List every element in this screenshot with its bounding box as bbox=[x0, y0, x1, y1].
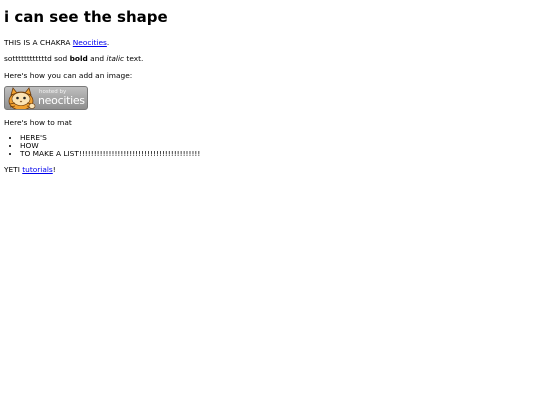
yeti-suffix: ! bbox=[52, 165, 56, 174]
yeti-prefix: YETI bbox=[4, 165, 23, 174]
list-item: TO MAKE A LIST!!!!!!!!!!!!!!!!!!!!!!!!!!… bbox=[20, 150, 536, 158]
mat-paragraph: Here's how to mat bbox=[4, 117, 72, 127]
yeti-paragraph: YETI tutorials! bbox=[4, 165, 536, 174]
page-title: i can see the shape bbox=[4, 8, 168, 26]
bold-text: bold bbox=[69, 54, 88, 64]
image-intro-paragraph: Here's how you can add an image: bbox=[4, 70, 133, 80]
neocities-cat-icon bbox=[8, 86, 36, 109]
list: HERE'S HOW TO MAKE A LIST!!!!!!!!!!!!!!!… bbox=[4, 134, 536, 158]
page: i can see the shape THIS IS A CHAKRA Neo… bbox=[0, 0, 540, 405]
italic-text: italic bbox=[106, 54, 125, 64]
intro-paragraph: THIS IS A CHAKRA Neocities. bbox=[4, 38, 536, 47]
intro-prefix: THIS IS A CHAKRA bbox=[4, 38, 73, 47]
neocities-link[interactable]: Neocities bbox=[73, 38, 107, 47]
hosted-by-neocities-badge[interactable]: hosted by neocities bbox=[4, 85, 88, 110]
styled-prefix: sottttttttttttd sod bbox=[4, 54, 70, 64]
badge-container: hosted by neocities bbox=[4, 85, 536, 111]
list-item: HERE'S bbox=[20, 134, 536, 142]
intro-suffix: . bbox=[106, 38, 110, 47]
styled-suffix: text. bbox=[124, 54, 144, 64]
badge-neocities-text: neocities bbox=[38, 93, 85, 107]
styled-text-paragraph: sottttttttttttd sod bold and italic text… bbox=[4, 54, 536, 63]
tutorials-link[interactable]: tutorials bbox=[22, 165, 53, 174]
styled-middle: and bbox=[87, 54, 107, 64]
